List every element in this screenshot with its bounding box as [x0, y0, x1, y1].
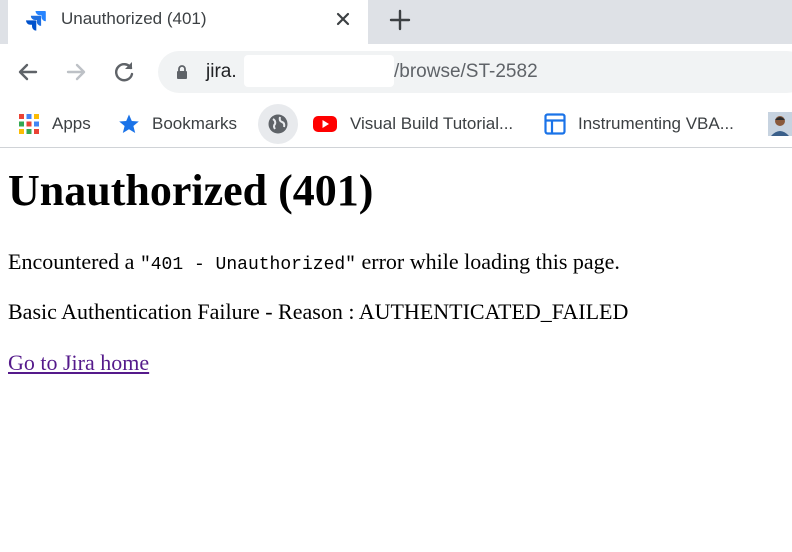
- bookmark-label: Apps: [52, 114, 91, 133]
- browser-tab[interactable]: Unauthorized (401): [8, 0, 368, 44]
- jira-home-link[interactable]: Go to Jira home: [8, 350, 149, 376]
- message-prefix: Encountered a: [8, 249, 140, 274]
- bookmark-label: Bookmarks: [152, 114, 238, 133]
- bookmark-instrumenting-vba[interactable]: Instrumenting VBA...: [544, 108, 734, 140]
- tab-strip: Unauthorized (401): [0, 0, 792, 44]
- error-message: Encountered a "401 - Unauthorized" error…: [8, 249, 620, 275]
- bookmark-visual-build[interactable]: Visual Build Tutorial...: [312, 108, 513, 140]
- url-path: /browse/ST-2582: [394, 61, 538, 82]
- redacted-region: [244, 55, 394, 87]
- reload-icon[interactable]: [110, 58, 138, 86]
- browser-toolbar: jira. /browse/ST-2582: [0, 44, 792, 100]
- bookmark-bookmarks[interactable]: Bookmarks: [118, 108, 237, 140]
- address-bar[interactable]: jira. /browse/ST-2582: [158, 51, 792, 93]
- url-host: jira.: [206, 61, 237, 82]
- forward-arrow-icon[interactable]: [62, 58, 90, 86]
- bookmarks-bar: Apps Bookmarks Visual Build Tutorial... …: [0, 100, 792, 148]
- doc-icon: [544, 113, 566, 135]
- failure-reason: Basic Authentication Failure - Reason : …: [8, 299, 629, 324]
- page-content: Unauthorized (401) Encountered a "401 - …: [0, 149, 792, 552]
- lock-icon[interactable]: [174, 64, 190, 80]
- bookmark-label: Instrumenting VBA...: [578, 114, 734, 133]
- bookmark-avatar[interactable]: [768, 108, 792, 140]
- bookmark-globe[interactable]: [258, 104, 298, 144]
- apps-grid-icon: [19, 114, 39, 134]
- new-tab-icon[interactable]: [386, 6, 414, 34]
- star-icon: [119, 114, 139, 133]
- jira-icon: [26, 11, 46, 31]
- tab-title: Unauthorized (401): [61, 9, 207, 28]
- back-arrow-icon[interactable]: [14, 58, 42, 86]
- youtube-icon: [313, 116, 337, 132]
- page-title: Unauthorized (401): [8, 166, 374, 215]
- error-code: "401 - Unauthorized": [139, 255, 356, 275]
- bookmark-label: Visual Build Tutorial...: [350, 114, 514, 133]
- bookmark-apps[interactable]: Apps: [18, 108, 91, 140]
- avatar: [768, 112, 792, 136]
- globe-icon: [268, 114, 288, 134]
- message-suffix: error while loading this page.: [355, 249, 620, 274]
- close-icon[interactable]: [332, 8, 354, 30]
